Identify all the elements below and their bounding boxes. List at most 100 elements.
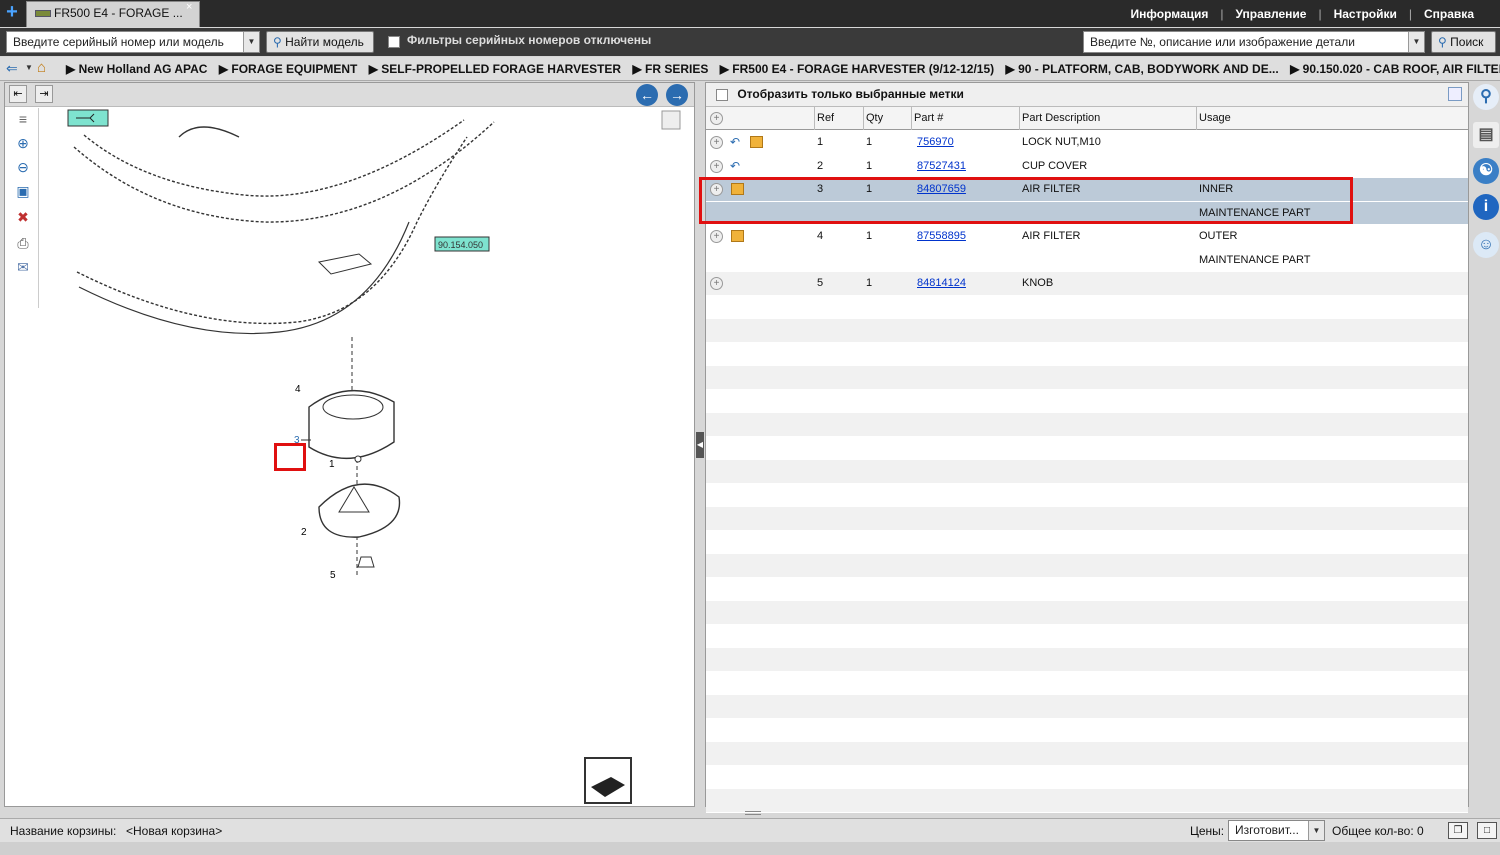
zoom-out-icon[interactable]: ⊖ xyxy=(13,158,33,176)
expand-row-icon[interactable]: + xyxy=(710,159,723,173)
package-icon[interactable] xyxy=(750,136,763,148)
zoom-in-icon[interactable]: ⊕ xyxy=(13,134,33,152)
overview-icon[interactable] xyxy=(661,110,681,130)
nav-forward-icon[interactable]: → xyxy=(666,84,688,106)
find-model-button[interactable]: ⚲ Найти модель xyxy=(266,31,374,53)
new-tab-button[interactable]: + xyxy=(0,0,24,27)
breadcrumb: ▶ New Holland AG APAC ▶ FORAGE EQUIPMENT… xyxy=(66,62,1500,76)
empty-row xyxy=(706,554,1468,578)
part-search-input[interactable]: Введите №, описание или изображение дета… xyxy=(1083,31,1425,53)
menu-manage[interactable]: Управление xyxy=(1224,7,1319,21)
grip-icon[interactable] xyxy=(745,811,761,815)
callout-1[interactable]: 1 xyxy=(329,459,335,470)
empty-row xyxy=(706,484,1468,507)
nav-back-icon[interactable]: ← xyxy=(636,84,658,106)
parts-diagram: 90.154.050 4 3 1 2 5 xyxy=(67,109,681,804)
serial-placeholder: Введите серийный номер или модель xyxy=(13,35,224,49)
basket-name[interactable]: <Новая корзина> xyxy=(126,824,222,838)
tab-active[interactable]: FR500 E4 - FORAGE ... xyxy=(26,1,200,27)
package-icon[interactable] xyxy=(731,230,744,242)
close-tab-icon[interactable]: × xyxy=(186,1,192,13)
callout-5[interactable]: 5 xyxy=(330,570,336,581)
restore-window-icon[interactable]: ❐ xyxy=(1448,822,1468,839)
roof-outline xyxy=(78,221,410,335)
serial-model-input[interactable]: Введите серийный номер или модель ▼ xyxy=(6,31,260,53)
basket-icon[interactable]: ▤ xyxy=(1473,122,1499,148)
empty-row xyxy=(706,742,1468,766)
part-number-link[interactable]: 756970 xyxy=(917,136,954,148)
prev-page-icon[interactable]: ⇤ xyxy=(9,85,27,103)
history-dropdown-icon[interactable]: ▼ xyxy=(25,63,33,72)
fit-to-window-icon[interactable]: ▣ xyxy=(13,182,33,200)
email-icon[interactable]: ✉ xyxy=(13,258,33,276)
table-row[interactable]: + ↶ 2 1 87527431 CUP COVER xyxy=(706,155,1468,178)
cup-cover[interactable] xyxy=(318,483,401,538)
back-arrow-icon[interactable]: ⇐ xyxy=(6,60,18,77)
col-ref[interactable]: Ref xyxy=(817,112,834,124)
col-description[interactable]: Part Description xyxy=(1022,112,1100,124)
lock-nut[interactable] xyxy=(354,455,362,463)
row-description: CUP COVER xyxy=(1022,159,1088,172)
breadcrumb-item[interactable]: ▶ SELF-PROPELLED FORAGE HARVESTER xyxy=(369,62,621,76)
callout-4[interactable]: 4 xyxy=(295,384,301,395)
table-row[interactable]: + 5 1 84814124 KNOB xyxy=(706,272,1468,296)
knob[interactable] xyxy=(357,556,375,568)
home-icon[interactable]: ⌂ xyxy=(37,59,46,76)
expand-row-icon[interactable]: + xyxy=(710,230,723,243)
breadcrumb-item[interactable]: ▶ FR500 E4 - FORAGE HARVESTER (9/12-12/1… xyxy=(720,62,994,76)
column-divider xyxy=(814,107,815,130)
menu-info[interactable]: Информация xyxy=(1119,7,1221,21)
globe-icon[interactable]: ☯ xyxy=(1473,158,1499,184)
chevron-down-icon[interactable]: ▼ xyxy=(243,32,259,52)
chevron-down-icon[interactable]: ▼ xyxy=(1308,821,1324,840)
search-icon[interactable]: ⚲ xyxy=(1473,84,1499,110)
expand-all-icon[interactable]: + xyxy=(710,112,723,125)
basket-label: Название корзины: xyxy=(10,824,117,838)
breadcrumb-item[interactable]: ▶ 90 - PLATFORM, CAB, BODYWORK AND DE... xyxy=(1006,62,1279,76)
breadcrumb-item[interactable]: ▶ FORAGE EQUIPMENT xyxy=(219,62,358,76)
print-icon[interactable]: ⎙ xyxy=(13,234,33,252)
expand-row-icon[interactable]: + xyxy=(710,136,723,149)
menu-settings[interactable]: Настройки xyxy=(1322,7,1409,21)
table-row-continuation[interactable]: MAINTENANCE PART xyxy=(706,249,1468,272)
replacement-arrow-icon[interactable]: ↶ xyxy=(730,135,740,149)
next-page-icon[interactable]: ⇥ xyxy=(35,85,53,103)
column-divider xyxy=(1019,107,1020,130)
replacement-arrow-icon[interactable]: ↶ xyxy=(730,159,740,173)
search-button[interactable]: ⚲ Поиск xyxy=(1431,31,1496,53)
roof-outline xyxy=(73,121,495,223)
part-number-link[interactable]: 87527431 xyxy=(917,160,966,172)
collapse-handle-icon[interactable]: ◀ xyxy=(696,432,704,458)
breadcrumb-item[interactable]: ▶ FR SERIES xyxy=(632,62,708,76)
bottom-strip xyxy=(0,842,1500,855)
show-selected-checkbox[interactable] xyxy=(716,88,728,101)
air-filter-inner[interactable] xyxy=(322,394,384,420)
info-icon[interactable]: i xyxy=(1473,194,1499,220)
horizontal-splitter[interactable] xyxy=(0,808,1500,818)
part-number-link[interactable]: 84814124 xyxy=(917,277,966,289)
col-usage[interactable]: Usage xyxy=(1199,112,1231,124)
table-row[interactable]: + 4 1 87558895 AIR FILTER OUTER xyxy=(706,225,1468,249)
row-qty: 1 xyxy=(866,136,873,148)
prices-select[interactable]: Изготовит... ▼ xyxy=(1228,820,1325,841)
breadcrumb-item[interactable]: ▶ 90.150.020 - CAB ROOF, AIR FILTER; (Te… xyxy=(1290,62,1500,76)
callout-2[interactable]: 2 xyxy=(301,527,307,538)
col-part-number[interactable]: Part # xyxy=(914,112,943,124)
chevron-down-icon[interactable]: ▼ xyxy=(1408,32,1424,52)
users-chat-icon[interactable]: ☺ xyxy=(1473,232,1499,258)
clear-highlight-icon[interactable]: ✖ xyxy=(13,208,33,226)
col-qty[interactable]: Qty xyxy=(866,112,883,124)
row-description: LOCK NUT,M10 xyxy=(1022,136,1101,148)
columns-icon[interactable] xyxy=(1448,87,1462,101)
serial-filter-checkbox[interactable] xyxy=(388,36,400,48)
right-sidebar: ⚲ ▤ ☯ i ☺ xyxy=(1470,82,1500,807)
part-number-link[interactable]: 87558895 xyxy=(917,230,966,242)
table-row[interactable]: + ↶ 1 1 756970 LOCK NUT,M10 xyxy=(706,131,1468,155)
top-bar: + FR500 E4 - FORAGE ... × Информация | Уп… xyxy=(0,0,1500,27)
maximize-icon[interactable]: □ xyxy=(1477,822,1497,839)
menu-lines-icon[interactable]: ≡ xyxy=(13,110,33,128)
breadcrumb-item[interactable]: ▶ New Holland AG APAC xyxy=(66,62,207,76)
expand-row-icon[interactable]: + xyxy=(710,277,723,290)
menu-help[interactable]: Справка xyxy=(1412,7,1500,21)
tractor-icon xyxy=(35,10,51,18)
